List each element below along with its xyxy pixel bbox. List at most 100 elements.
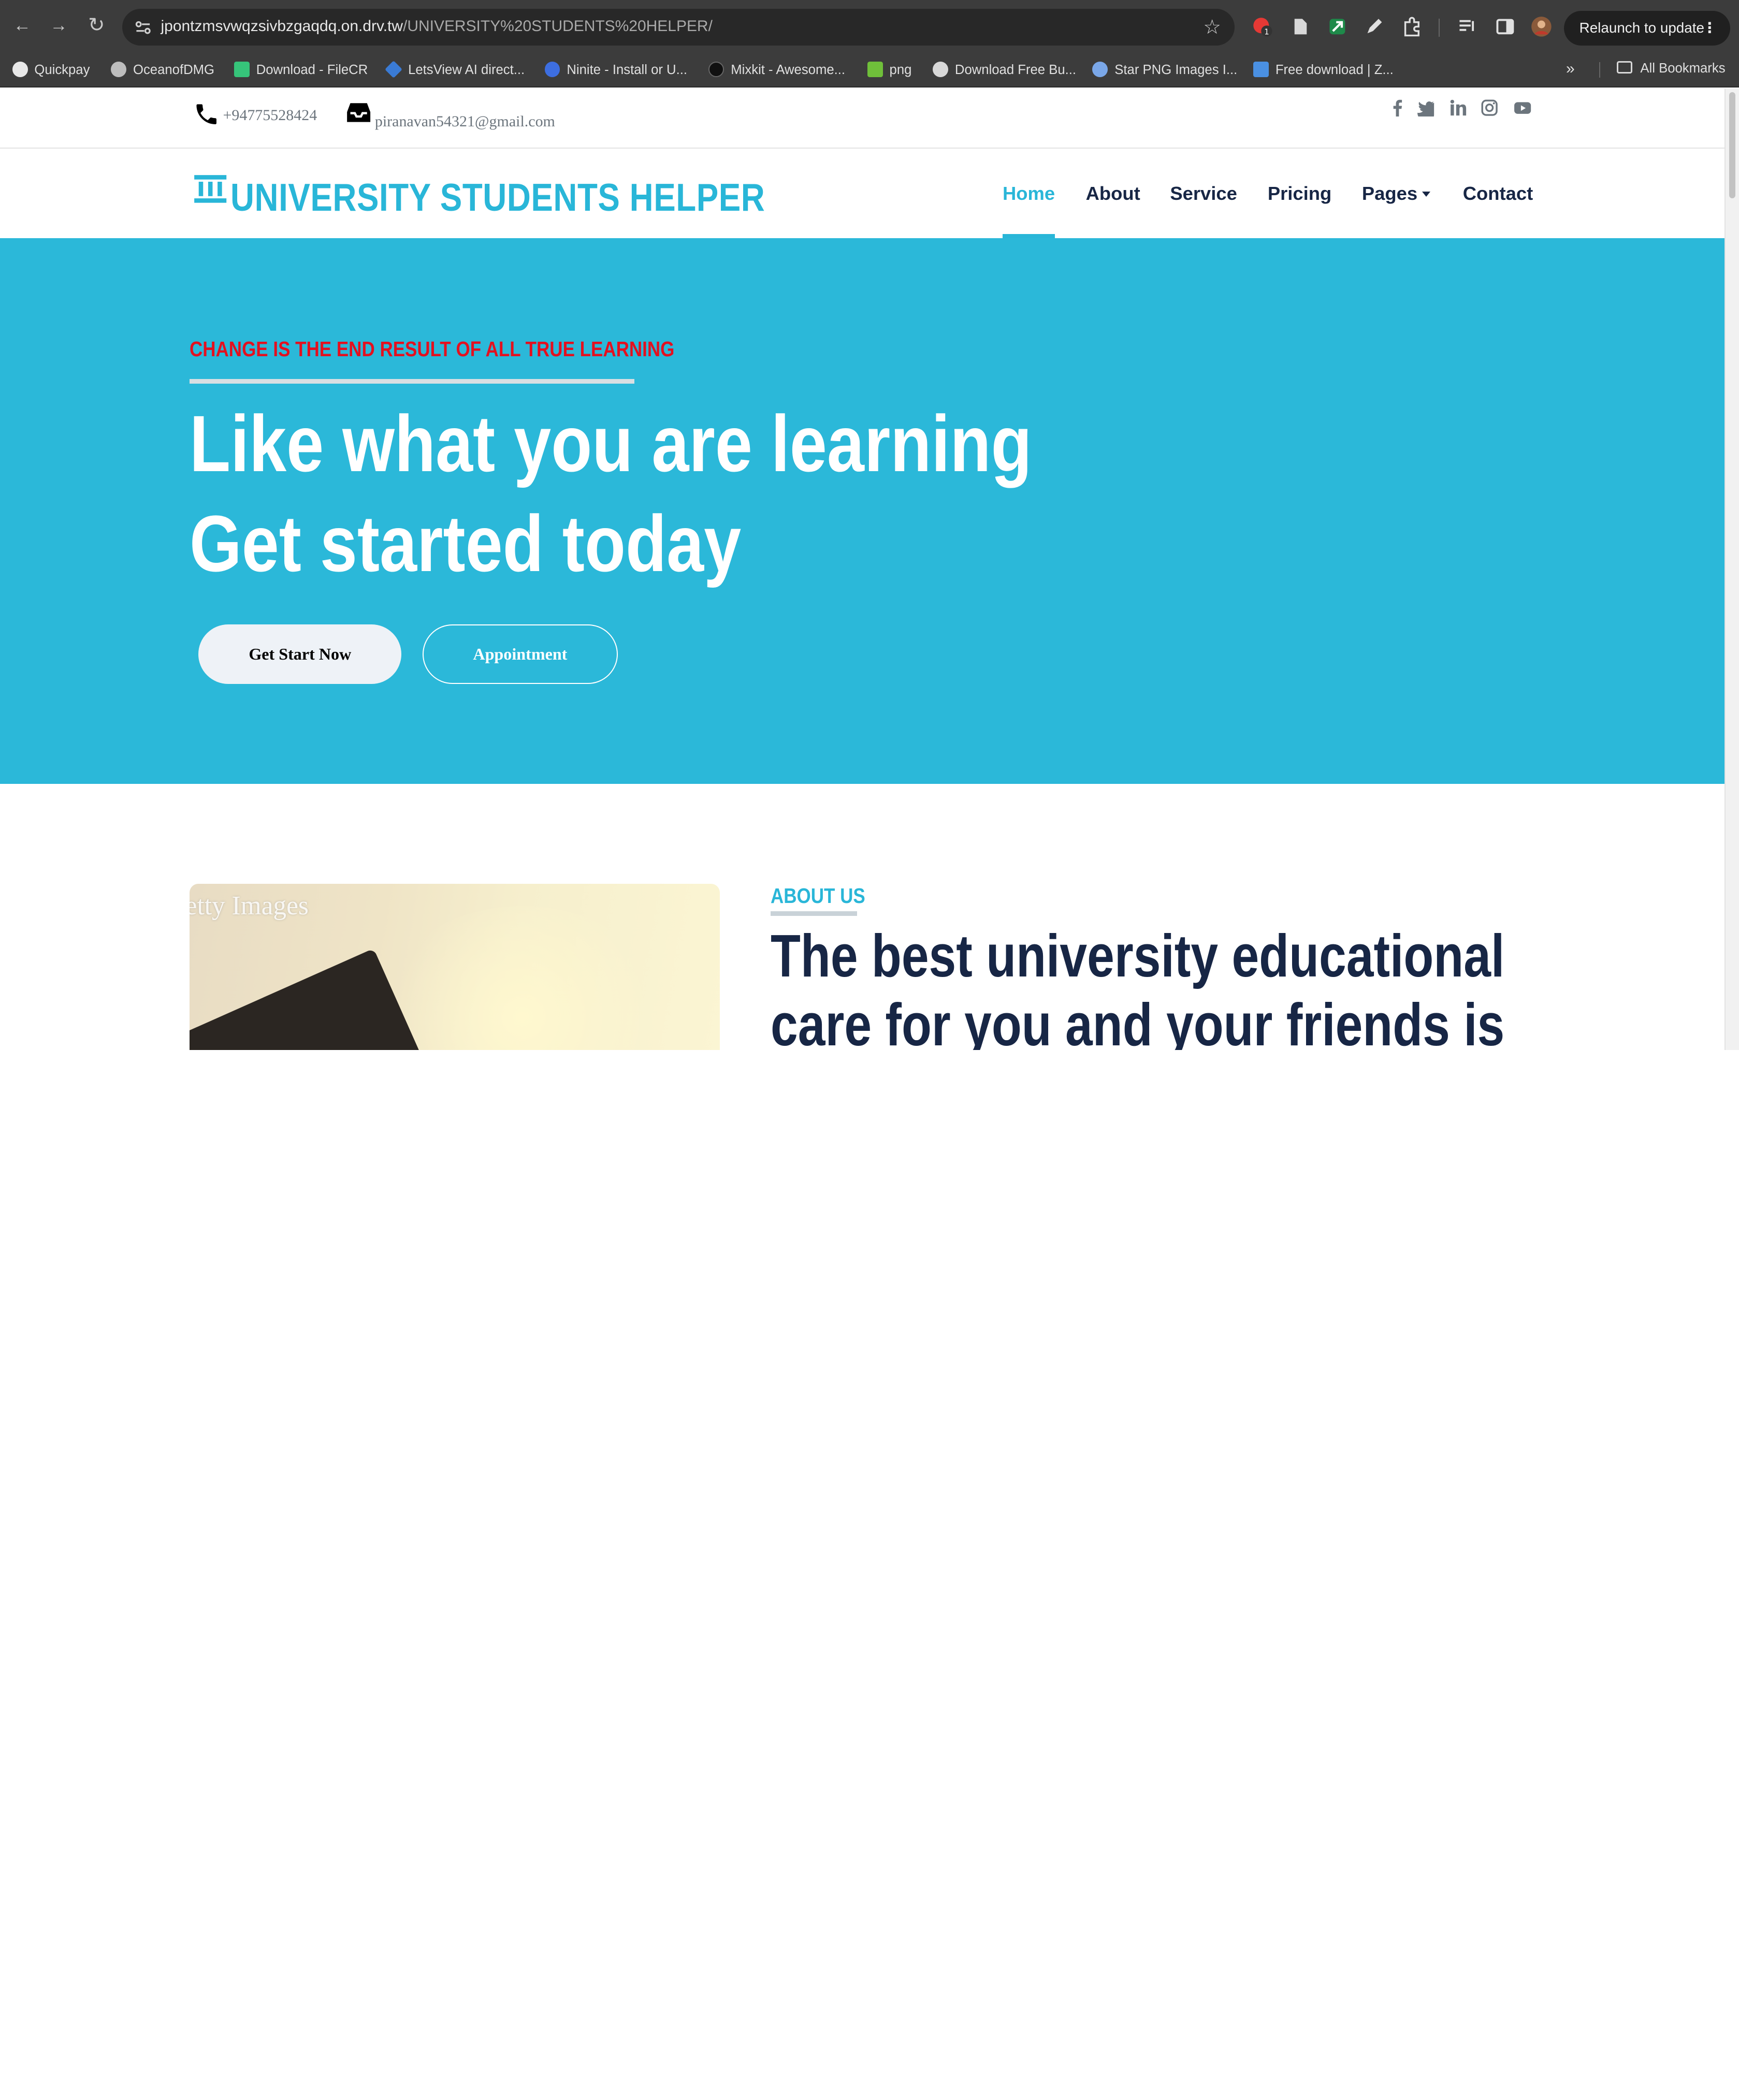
all-bookmarks-label: All Bookmarks (1640, 61, 1726, 76)
scrollbar-thumb[interactable] (1729, 92, 1736, 199)
url-text: jpontzmsvwqzsivbzgaqdq.on.drv.tw/UNIVERS… (161, 18, 713, 35)
get-start-now-button[interactable]: Get Start Now (198, 624, 402, 684)
about-label-underline (771, 911, 858, 916)
relaunch-label: Relaunch to update (1579, 20, 1704, 36)
main-navbar: UNIVERSITY STUDENTS HELPER Home About Se… (0, 148, 1725, 239)
site-logo-text[interactable]: UNIVERSITY STUDENTS HELPER (230, 175, 765, 220)
bookmark-star-png[interactable]: Star PNG Images I... (1092, 61, 1237, 79)
rocket-extension-icon[interactable] (1326, 16, 1349, 38)
star-png-favicon (1092, 62, 1108, 78)
hero-heading-line2: Get started today (190, 498, 742, 588)
bookmark-label: Free download | Z... (1275, 62, 1394, 77)
browser-window: ← → ↻ jpontzmsvwqzsivbzgaqdq.on.drv.tw/U… (0, 0, 1739, 1051)
bookmark-free-download[interactable]: Free download | Z... (1253, 61, 1394, 79)
caret-down-icon (1422, 191, 1430, 197)
active-nav-indicator (1003, 234, 1055, 239)
more-bookmarks-chevron-icon[interactable]: » (1566, 60, 1575, 78)
folder-icon (1617, 61, 1633, 74)
phone-icon (196, 104, 216, 124)
more-menu-icon[interactable]: ⋮ (1702, 11, 1717, 45)
university-building-icon[interactable] (193, 174, 227, 205)
bookmark-label: Mixkit - Awesome... (731, 62, 846, 77)
bookmark-favicon (12, 62, 28, 78)
bookmark-oceanofdmg[interactable]: OceanofDMG (111, 61, 214, 79)
svg-text:1: 1 (1264, 27, 1269, 36)
media-control-icon[interactable] (1456, 16, 1479, 38)
nav-contact[interactable]: Contact (1463, 183, 1533, 205)
bookmark-quickpay[interactable]: Quickpay (12, 61, 90, 79)
reload-icon[interactable]: ↻ (85, 14, 108, 37)
contact-topbar: +94775528424 piranavan54321@gmail.com (0, 89, 1725, 149)
inbox-icon (347, 103, 371, 122)
phone-number[interactable]: +94775528424 (223, 107, 317, 124)
forward-icon[interactable]: → (48, 14, 70, 37)
bookmark-label: Ninite - Install or U... (567, 62, 688, 77)
bookmark-label: Download - FileCR (256, 62, 368, 77)
linkedin-icon[interactable] (1450, 99, 1467, 116)
tagline-underline (190, 379, 634, 384)
bookmarks-divider (1599, 62, 1601, 78)
mixkit-favicon (708, 62, 724, 78)
hero-heading-line1: Like what you are learning (190, 398, 1032, 488)
document-extension-icon[interactable] (1289, 16, 1311, 38)
facebook-icon[interactable] (1388, 99, 1406, 116)
side-panel-icon[interactable] (1494, 16, 1516, 38)
appointment-button[interactable]: Appointment (422, 624, 618, 684)
twitter-icon[interactable] (1417, 99, 1435, 116)
bookmark-filecr[interactable]: Download - FileCR (234, 61, 368, 79)
extension-badge-icon[interactable]: 1 (1251, 16, 1273, 38)
page-scrollbar[interactable] (1724, 89, 1739, 1051)
filecr-favicon (234, 62, 250, 78)
bookmark-label: LetsView AI direct... (408, 62, 525, 77)
bookmark-label: Star PNG Images I... (1114, 62, 1238, 77)
bookmark-label: png (889, 62, 912, 77)
nav-home[interactable]: Home (1003, 183, 1055, 205)
zlib-favicon (1253, 62, 1269, 78)
about-heading-line1: The best university educational (771, 922, 1505, 989)
nav-pages-label: Pages (1361, 183, 1418, 205)
bookmark-label: Download Free Bu... (954, 62, 1077, 77)
letsview-favicon (385, 61, 403, 79)
nav-pages-dropdown[interactable]: Pages (1362, 183, 1430, 205)
leaf-favicon (867, 62, 883, 78)
bookmark-ninite[interactable]: Ninite - Install or U... (544, 61, 688, 79)
hero-tagline: CHANGE IS THE END RESULT OF ALL TRUE LEA… (190, 337, 675, 361)
bookmark-label: Quickpay (34, 62, 90, 77)
bookmark-label: OceanofDMG (133, 62, 215, 77)
bookmark-png[interactable]: png (867, 61, 912, 79)
instagram-icon[interactable] (1481, 99, 1498, 116)
web-page: +94775528424 piranavan54321@gmail.com UN… (0, 89, 1725, 1051)
all-bookmarks-button[interactable]: All Bookmarks (1617, 61, 1726, 76)
nav-about[interactable]: About (1086, 183, 1140, 205)
url-path: /UNIVERSITY%20STUDENTS%20HELPER/ (403, 18, 713, 35)
email-address[interactable]: piranavan54321@gmail.com (375, 113, 555, 130)
address-bar[interactable]: jpontzmsvwqzsivbzgaqdq.on.drv.tw/UNIVERS… (122, 9, 1235, 46)
nav-service[interactable]: Service (1170, 183, 1237, 205)
pen-extension-icon[interactable] (1363, 16, 1385, 38)
bookmarks-bar: Quickpay OceanofDMG Download - FileCR Le… (0, 51, 1739, 88)
extensions-puzzle-icon[interactable] (1401, 16, 1423, 38)
image-light-glow (378, 906, 667, 1051)
bookmark-star-icon[interactable]: ☆ (1203, 16, 1221, 39)
toolbar-divider (1438, 19, 1440, 37)
relaunch-button[interactable]: Relaunch to update ⋮ (1563, 11, 1730, 46)
back-icon[interactable]: ← (11, 14, 33, 37)
about-us-label: ABOUT US (771, 883, 866, 908)
profile-avatar-icon[interactable] (1530, 16, 1553, 38)
wordpress-favicon (933, 62, 949, 78)
url-host: jpontzmsvwqzsivbzgaqdq.on.drv.tw (161, 18, 403, 35)
about-heading-line2: care for you and your friends is (771, 990, 1505, 1051)
browser-toolbar: ← → ↻ jpontzmsvwqzsivbzgaqdq.on.drv.tw/U… (0, 0, 1739, 51)
ninite-favicon (544, 62, 560, 78)
bookmark-mixkit[interactable]: Mixkit - Awesome... (708, 61, 845, 79)
nav-pricing[interactable]: Pricing (1268, 183, 1331, 205)
about-image: etty Images (190, 883, 720, 1051)
youtube-icon[interactable] (1514, 99, 1531, 116)
hero-section: CHANGE IS THE END RESULT OF ALL TRUE LEA… (0, 238, 1725, 784)
image-watermark: etty Images (190, 891, 309, 921)
bookmark-download-free[interactable]: Download Free Bu... (933, 61, 1076, 79)
graduation-cap-shape (190, 948, 428, 1051)
bookmark-letsview[interactable]: LetsView AI direct... (385, 61, 525, 79)
apple-favicon (111, 62, 127, 78)
site-info-icon[interactable] (133, 18, 153, 38)
